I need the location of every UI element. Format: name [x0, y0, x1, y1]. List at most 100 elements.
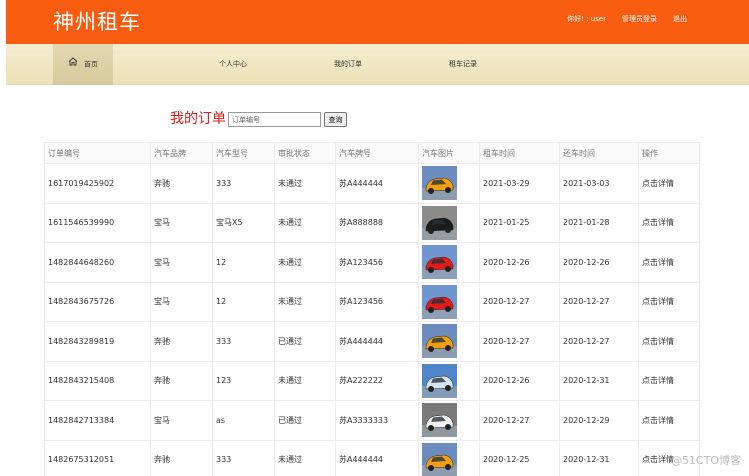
nav-item-my-orders[interactable]: 我的订单	[334, 44, 362, 85]
car-model-cell: 333	[212, 439, 275, 476]
column-header: 还车时间	[559, 142, 639, 164]
table-row: 1482843675726 宝马 12 未通过 苏A123456 2020-12-27 20…	[44, 281, 700, 322]
action-cell[interactable]: 点击详情	[638, 202, 700, 243]
car-model-cell: as	[212, 400, 275, 441]
car-image	[422, 166, 457, 201]
admin-login-link[interactable]: 管理员登录	[622, 14, 657, 24]
approval-status-cell: 未通过	[274, 439, 336, 476]
column-header: 租车时间	[479, 142, 560, 164]
nav-bar: 首页 个人中心 我的订单 租车记录	[6, 44, 749, 85]
return-date-cell: 2020-12-31	[559, 439, 639, 476]
plate-cell: 苏A444444	[335, 163, 419, 204]
table-body: 1617019425902 奔驰 333 未通过 苏A444444 2021-03-29 2…	[44, 163, 700, 476]
return-date-cell: 2020-12-27	[559, 281, 639, 322]
return-date-cell: 2020-12-31	[559, 360, 639, 401]
order-number-cell: 1482844648260	[44, 242, 151, 283]
car-brand-cell: 奔驰	[150, 360, 213, 401]
order-number-cell: 1611546539990	[44, 202, 151, 243]
rent-date-cell: 2021-03-29	[479, 163, 560, 204]
table-row: 1482844648260 宝马 12 未通过 苏A123456 2020-12-26 20…	[44, 242, 700, 283]
order-number-cell: 1482843215408	[44, 360, 151, 401]
return-date-cell: 2021-03-03	[559, 163, 639, 204]
order-number-cell: 1482843675726	[44, 281, 151, 322]
column-header: 汽车型号	[212, 142, 275, 164]
nav-item-rental-records[interactable]: 租车记录	[449, 44, 477, 85]
column-header: 订单编号	[44, 142, 151, 164]
car-brand-cell: 奔驰	[150, 163, 213, 204]
car-model-cell: 333	[212, 163, 275, 204]
return-date-cell: 2020-12-26	[559, 242, 639, 283]
home-icon	[68, 44, 78, 85]
table-row: 1617019425902 奔驰 333 未通过 苏A444444 2021-03-29 2…	[44, 163, 700, 204]
order-number-cell: 1482675312051	[44, 439, 151, 476]
car-image	[422, 284, 457, 319]
plate-cell: 苏A123456	[335, 281, 419, 322]
rent-date-cell: 2020-12-27	[479, 321, 560, 362]
orders-table: 订单编号 汽车品牌 汽车型号 审批状态 汽车牌号 汽车图片 租车时间 还车时间 操作 16170…	[44, 142, 700, 476]
page-title: 我的订单	[170, 111, 226, 127]
table-row: 1482675312051 奔驰 333 未通过 苏A444444 2020-12-25 2…	[44, 439, 700, 476]
rent-date-cell: 2020-12-25	[479, 439, 560, 476]
car-image-cell	[418, 321, 480, 362]
return-date-cell: 2020-12-29	[559, 400, 639, 441]
search-button[interactable]: 查询	[324, 112, 347, 127]
rent-date-cell: 2021-01-25	[479, 202, 560, 243]
approval-status-cell: 未通过	[274, 360, 336, 401]
car-model-cell: 宝马X5	[212, 202, 275, 243]
plate-cell: 苏A222222	[335, 360, 419, 401]
table-row: 1482843289819 奔驰 333 已通过 苏A444444 2020-12-27 2…	[44, 321, 700, 362]
rent-date-cell: 2020-12-27	[479, 400, 560, 441]
car-brand-cell: 宝马	[150, 242, 213, 283]
plate-cell: 苏A3333333	[335, 400, 419, 441]
car-brand-cell: 宝马	[150, 281, 213, 322]
column-header: 汽车牌号	[335, 142, 419, 164]
car-brand-cell: 宝马	[150, 202, 213, 243]
car-model-cell: 333	[212, 321, 275, 362]
approval-status-cell: 未通过	[274, 163, 336, 204]
car-image	[422, 245, 457, 280]
action-cell[interactable]: 点击详情	[638, 242, 700, 283]
car-image-cell	[418, 400, 480, 441]
action-cell[interactable]: 点击详情	[638, 360, 700, 401]
car-image-cell	[418, 360, 480, 401]
order-number-cell: 1617019425902	[44, 163, 151, 204]
car-model-cell: 12	[212, 242, 275, 283]
page: 神州租车 你好! : user 管理员登录 退出 首页 个人中心 我的订单 租车…	[0, 0, 749, 476]
approval-status-cell: 未通过	[274, 202, 336, 243]
plate-cell: 苏A888888	[335, 202, 419, 243]
action-cell[interactable]: 点击详情	[638, 400, 700, 441]
header-right: 你好! : user 管理员登录 退出	[567, 14, 687, 24]
car-image	[422, 205, 457, 240]
column-header: 汽车品牌	[150, 142, 213, 164]
car-image-cell	[418, 439, 480, 476]
approval-status-cell: 已通过	[274, 400, 336, 441]
car-image-cell	[418, 281, 480, 322]
nav-label: 首页	[84, 60, 98, 69]
approval-status-cell: 已通过	[274, 321, 336, 362]
brand-logo[interactable]: 神州租车	[53, 6, 141, 36]
rent-date-cell: 2020-12-26	[479, 360, 560, 401]
order-number-cell: 1482843289819	[44, 321, 151, 362]
rent-date-cell: 2020-12-26	[479, 242, 560, 283]
car-model-cell: 12	[212, 281, 275, 322]
nav-item-home[interactable]: 首页	[53, 44, 113, 85]
plate-cell: 苏A444444	[335, 321, 419, 362]
order-number-search-input[interactable]	[228, 112, 321, 127]
car-image-cell	[418, 202, 480, 243]
car-image	[422, 324, 457, 359]
approval-status-cell: 未通过	[274, 281, 336, 322]
car-brand-cell: 奔驰	[150, 439, 213, 476]
return-date-cell: 2020-12-27	[559, 321, 639, 362]
approval-status-cell: 未通过	[274, 242, 336, 283]
action-cell[interactable]: 点击详情	[638, 321, 700, 362]
car-model-cell: 123	[212, 360, 275, 401]
return-date-cell: 2021-01-28	[559, 202, 639, 243]
header: 神州租车 你好! : user 管理员登录 退出	[6, 0, 749, 44]
table-row: 1482843215408 奔驰 123 未通过 苏A222222 2020-12-26 2…	[44, 360, 700, 401]
watermark: @51CTO博客	[670, 454, 741, 467]
action-cell[interactable]: 点击详情	[638, 163, 700, 204]
column-header: 审批状态	[274, 142, 336, 164]
nav-item-profile[interactable]: 个人中心	[219, 44, 247, 85]
action-cell[interactable]: 点击详情	[638, 281, 700, 322]
logout-link[interactable]: 退出	[673, 14, 687, 24]
